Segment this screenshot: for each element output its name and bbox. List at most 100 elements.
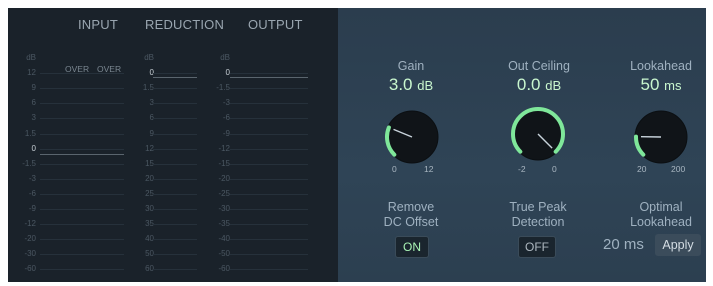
scale-input-label: 0 <box>31 143 36 153</box>
scale-output-label: -6 <box>222 113 230 123</box>
scale-input-label: dB <box>26 53 36 62</box>
remove-dc-offset-toggle[interactable]: ON <box>395 236 429 258</box>
lookahead-label: Lookahead <box>630 59 692 73</box>
scale-output-gridline <box>230 178 308 180</box>
reduction-zero-line <box>153 77 197 78</box>
scale-output-label: -25 <box>218 188 230 198</box>
scale-output-label: dB <box>220 53 230 62</box>
scale-reduction-gridline <box>153 133 197 135</box>
scale-output-gridline <box>230 209 308 210</box>
scale-reduction-gridline <box>153 178 197 180</box>
scale-output-label: -12 <box>218 143 230 153</box>
scale-output-label: -50 <box>218 249 230 259</box>
scale-input-gridline <box>40 103 124 105</box>
scale-output-gridline <box>230 118 308 120</box>
scale-reduction-label: 30 <box>145 204 154 213</box>
remove-dc-offset-label: Remove DC Offset <box>383 200 439 229</box>
scale-reduction-label: 35 <box>145 219 154 229</box>
gain-label: Gain <box>397 59 425 73</box>
out-ceiling-label: Out Ceiling <box>508 59 570 73</box>
scale-reduction-gridline <box>153 118 197 120</box>
scale-input-gridline <box>40 118 124 120</box>
scale-reduction-gridline <box>153 254 197 256</box>
lookahead-max-label: 200 <box>671 164 686 174</box>
reduction-meter-header: REDUCTION <box>145 17 225 32</box>
scale-output-gridline <box>230 269 308 271</box>
scale-output-gridline <box>230 193 308 195</box>
scale-reduction-label: 15 <box>145 158 154 168</box>
scale-reduction-label: 12 <box>145 143 154 153</box>
scale-input-label: -3 <box>28 173 36 183</box>
apply-optimal-lookahead-button[interactable]: Apply <box>655 234 701 256</box>
scale-reduction-label: 0 <box>149 68 154 78</box>
scale-output-label: -30 <box>218 204 230 213</box>
output-ceiling-line <box>230 77 308 78</box>
scale-output-label: -9 <box>222 128 230 138</box>
scale-reduction-label: 20 <box>145 173 154 183</box>
scale-reduction-label: 3 <box>149 98 154 108</box>
scale-reduction-label: 40 <box>145 234 154 244</box>
scale-input-gridline <box>40 148 124 150</box>
scale-input-gridline <box>40 269 124 271</box>
scale-input-gridline <box>40 193 124 195</box>
scale-output-gridline <box>230 73 308 75</box>
scale-output-gridline <box>230 163 308 165</box>
meter-section: INPUT REDUCTION OUTPUT OVER OVER dB 12 9 6 3… <box>8 8 338 282</box>
lookahead-value: 50 ms <box>640 75 682 94</box>
scale-reduction-label: 9 <box>149 128 154 138</box>
scale-input-label: -30 <box>24 249 36 259</box>
scale-input-gridline <box>40 209 124 210</box>
scale-input-gridline <box>40 163 124 165</box>
scale-input-label: -9 <box>28 204 36 213</box>
scale-reduction-gridline <box>153 73 197 75</box>
input-meter-header: INPUT <box>78 17 118 32</box>
scale-reduction-gridline <box>153 103 197 105</box>
input-zero-line <box>40 154 124 155</box>
out-ceiling-max-label: 0 <box>552 164 557 174</box>
scale-output-label: -20 <box>218 173 230 183</box>
scale-input-label: 1.5 <box>24 128 36 138</box>
lookahead-knob[interactable] <box>630 106 692 168</box>
scale-output-label: -35 <box>218 219 230 229</box>
scale-output-gridline <box>230 103 308 105</box>
scale-input-label: -60 <box>24 264 36 274</box>
true-peak-detection-label: True Peak Detection <box>509 200 567 229</box>
scale-input-label: 9 <box>31 83 36 93</box>
scale-reduction-gridline <box>153 269 197 271</box>
scale-reduction-label: 60 <box>145 264 154 274</box>
scale-reduction-gridline <box>153 88 197 90</box>
output-meter-header: OUTPUT <box>248 17 303 32</box>
scale-reduction-label: 1.5 <box>142 83 154 93</box>
lookahead-min-label: 20 <box>637 164 647 174</box>
scale-output-label: -40 <box>218 234 230 244</box>
scale-reduction-label: 25 <box>145 188 154 198</box>
scale-reduction-gridline <box>153 148 197 150</box>
gain-value: 3.0 dB <box>388 75 434 94</box>
scale-input-label: 6 <box>31 98 36 108</box>
scale-output-label: -15 <box>218 158 230 168</box>
scale-input-label: -20 <box>24 234 36 244</box>
scale-input-label: -1.5 <box>22 158 36 168</box>
scale-output-label: -3 <box>222 98 230 108</box>
out-ceiling-value: 0.0 dB <box>516 75 562 94</box>
scale-input-gridline <box>40 224 124 226</box>
scale-reduction-label: dB <box>144 53 154 62</box>
scale-output-gridline <box>230 88 308 90</box>
scale-output-gridline <box>230 133 308 135</box>
optimal-lookahead-label: Optimal Lookahead <box>630 200 692 229</box>
gain-max-label: 12 <box>424 164 434 174</box>
gain-knob[interactable] <box>381 106 443 168</box>
scale-reduction-gridline <box>153 224 197 226</box>
out-ceiling-knob[interactable] <box>507 103 569 165</box>
scale-input-label: 3 <box>31 113 36 123</box>
scale-reduction-label: 6 <box>149 113 154 123</box>
scale-reduction-label: 50 <box>145 249 154 259</box>
scale-input-gridline <box>40 254 124 256</box>
gain-min-label: 0 <box>392 164 397 174</box>
true-peak-detection-toggle[interactable]: OFF <box>518 236 556 258</box>
scale-output-label: -60 <box>218 264 230 274</box>
scale-output-label: 0 <box>225 68 230 78</box>
scale-output-gridline <box>230 148 308 150</box>
scale-reduction-gridline <box>153 239 197 241</box>
scale-input-label: -6 <box>28 188 36 198</box>
